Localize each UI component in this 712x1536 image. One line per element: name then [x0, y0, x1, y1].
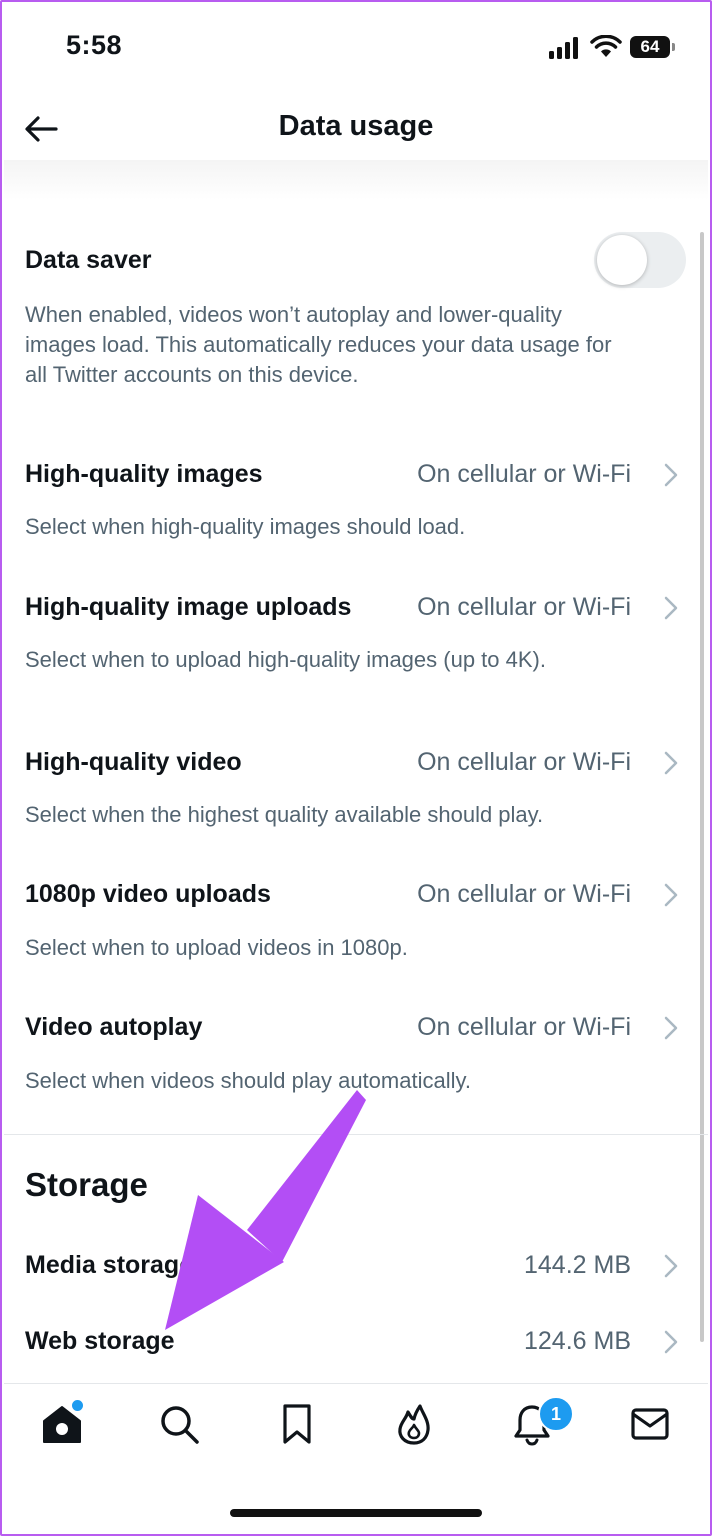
setting-title: Video autoplay — [25, 1013, 203, 1041]
tab-spaces[interactable] — [392, 1402, 436, 1446]
storage-item-title: Web storage — [25, 1327, 175, 1355]
bookmark-icon — [283, 1404, 311, 1444]
section-divider — [4, 1134, 708, 1135]
data-saver-title: Data saver — [25, 246, 152, 274]
setting-row-high-quality-images[interactable] — [4, 440, 694, 560]
data-saver-description-line: images load. This automatically reduces … — [25, 332, 612, 357]
battery-cap — [672, 43, 675, 51]
setting-description: Select when to upload high-quality image… — [25, 647, 546, 672]
header-shadow — [4, 160, 708, 200]
setting-row-high-quality-video[interactable] — [4, 728, 694, 848]
storage-item-title: Media storage — [25, 1251, 194, 1279]
chevron-right-icon — [664, 596, 678, 620]
setting-description: Select when the highest quality availabl… — [25, 802, 544, 827]
setting-description: Select when videos should play automatic… — [25, 1068, 471, 1093]
tab-messages[interactable] — [628, 1402, 672, 1446]
setting-value: On cellular or Wi-Fi — [417, 880, 631, 908]
chevron-right-icon — [664, 751, 678, 775]
status-time: 5:58 — [66, 30, 123, 60]
setting-value: On cellular or Wi-Fi — [417, 593, 631, 621]
chevron-right-icon — [664, 1330, 678, 1354]
tab-bookmarks[interactable] — [275, 1402, 319, 1446]
battery-indicator: 64 — [630, 36, 670, 58]
page-title: Data usage — [278, 110, 434, 142]
search-icon — [161, 1406, 199, 1444]
wifi-icon — [590, 35, 622, 57]
setting-description: Select when high-quality images should l… — [25, 514, 466, 539]
flame-icon — [398, 1404, 430, 1445]
mail-icon — [631, 1408, 669, 1440]
chevron-right-icon — [664, 463, 678, 487]
data-saver-description-line: When enabled, videos won’t autoplay and … — [25, 302, 562, 327]
chevron-right-icon — [664, 1254, 678, 1278]
chevron-right-icon — [664, 1016, 678, 1040]
chevron-right-icon — [664, 883, 678, 907]
scrollbar[interactable] — [700, 232, 704, 1342]
cellular-signal-icon — [549, 37, 578, 59]
toggle-knob — [597, 235, 647, 285]
back-arrow-icon — [25, 116, 58, 142]
storage-item-value: 144.2 MB — [523, 1251, 631, 1279]
setting-title: High-quality video — [25, 748, 242, 776]
setting-value: On cellular or Wi-Fi — [417, 748, 631, 776]
home-unread-dot — [70, 1398, 85, 1413]
storage-item-value: 124.6 MB — [523, 1327, 631, 1355]
home-indicator — [230, 1509, 482, 1517]
data-saver-description-line: all Twitter accounts on this device. — [25, 362, 359, 387]
data-saver-toggle[interactable] — [594, 232, 686, 288]
storage-section-title: Storage — [25, 1166, 148, 1203]
tab-search[interactable] — [157, 1402, 201, 1446]
setting-title: 1080p video uploads — [25, 880, 271, 908]
setting-value: On cellular or Wi-Fi — [417, 1013, 631, 1041]
notifications-badge: 1 — [538, 1396, 574, 1432]
back-button[interactable] — [22, 110, 60, 148]
setting-title: High-quality images — [25, 460, 263, 488]
setting-value: On cellular or Wi-Fi — [417, 460, 631, 488]
setting-description: Select when to upload videos in 1080p. — [25, 935, 408, 960]
setting-title: High-quality image uploads — [25, 593, 352, 621]
